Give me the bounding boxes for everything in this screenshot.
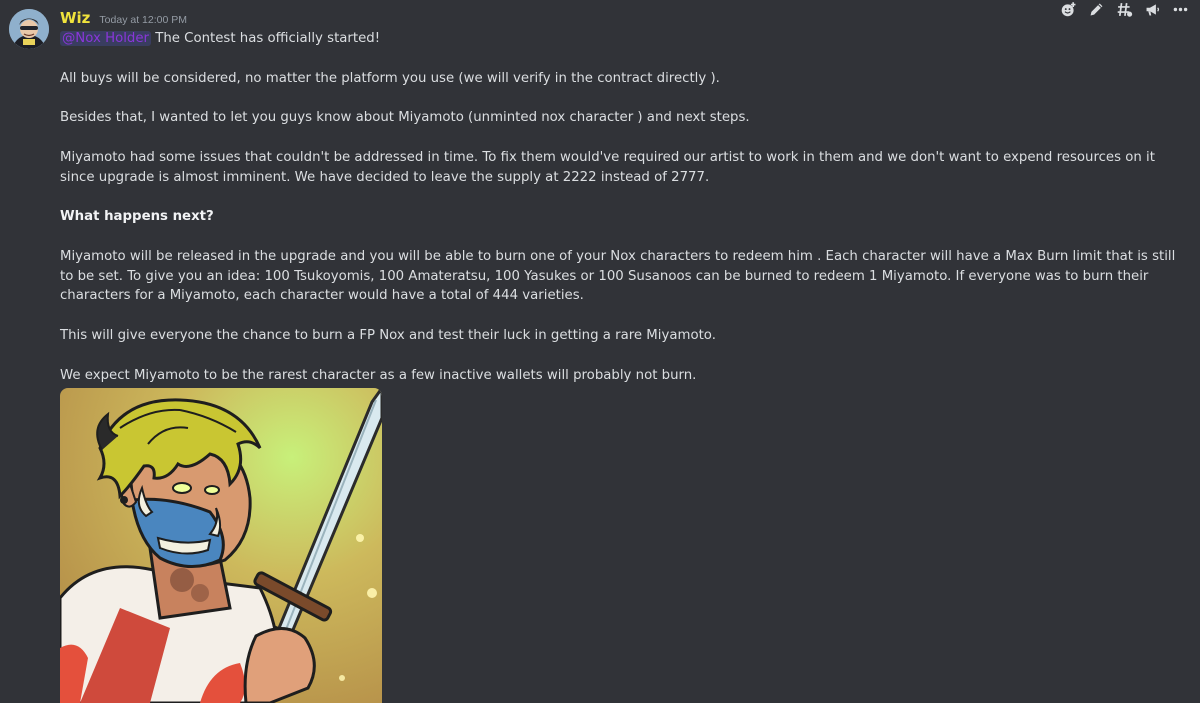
timestamp[interactable]: Today at 12:00 PM	[99, 14, 187, 26]
image-attachment[interactable]	[60, 388, 382, 703]
miyamoto-artwork	[60, 388, 382, 703]
paragraph-buys: All buys will be considered, no matter t…	[60, 70, 720, 86]
paragraph-release: Miyamoto will be released in the upgrade…	[60, 248, 1176, 304]
username[interactable]: Wiz	[60, 9, 90, 27]
paragraph-chance: This will give everyone the chance to bu…	[60, 327, 716, 343]
edit-icon[interactable]	[1084, 0, 1108, 20]
first-line: @Nox Holder The Contest has officially s…	[60, 29, 1188, 49]
heading-next: What happens next?	[60, 209, 214, 225]
contest-announcement: The Contest has officially started!	[150, 31, 381, 46]
chat-message: Wiz Today at 12:00 PM @Nox Holder The Co…	[0, 0, 1200, 703]
thread-icon[interactable]	[1112, 0, 1136, 20]
add-reaction-icon[interactable]	[1056, 0, 1080, 20]
role-mention[interactable]: @Nox Holder	[60, 31, 151, 46]
user-avatar[interactable]	[9, 9, 49, 49]
avatar-image	[9, 9, 49, 49]
message-actions-toolbar	[1052, 0, 1196, 20]
more-icon[interactable]	[1168, 0, 1192, 20]
paragraph-rarest: We expect Miyamoto to be the rarest char…	[60, 367, 697, 383]
message-content: @Nox Holder The Contest has officially s…	[60, 29, 1188, 385]
megaphone-icon[interactable]	[1140, 0, 1164, 20]
message-header: Wiz Today at 12:00 PM	[60, 9, 187, 31]
paragraph-issues: Miyamoto had some issues that couldn't b…	[60, 149, 1155, 185]
paragraph-besides: Besides that, I wanted to let you guys k…	[60, 110, 750, 126]
